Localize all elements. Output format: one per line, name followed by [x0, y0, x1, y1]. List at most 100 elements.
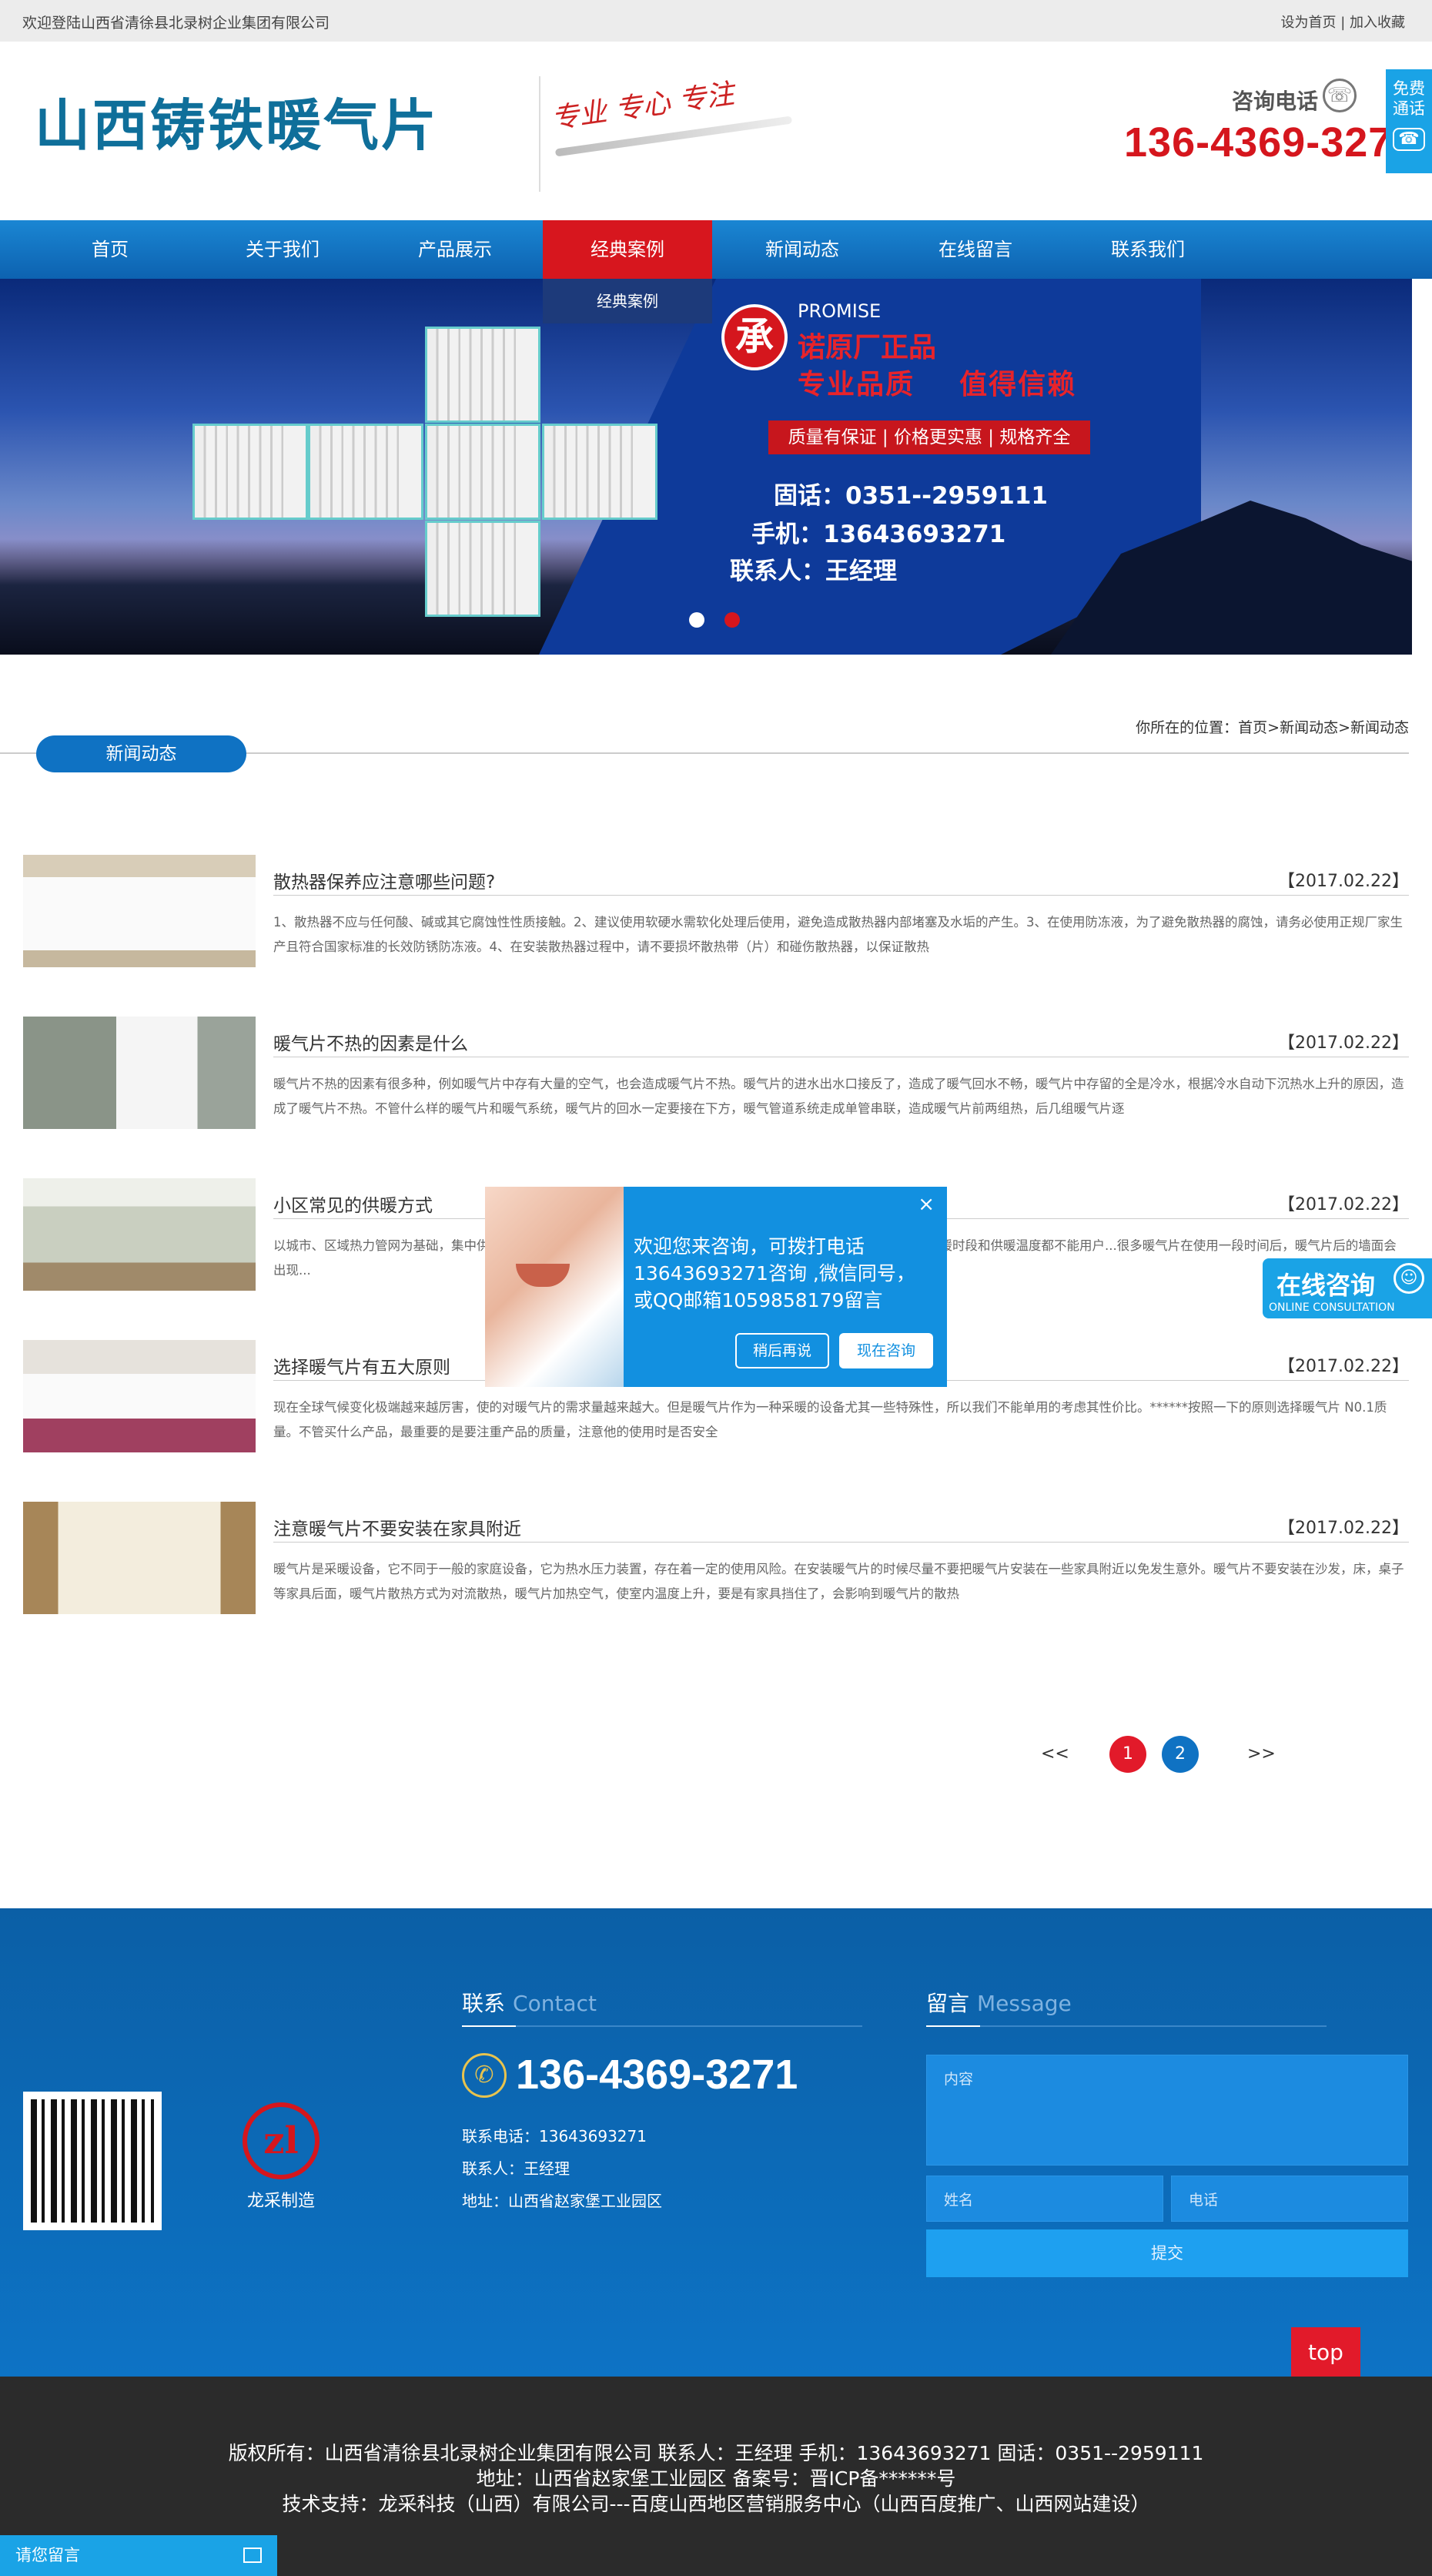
header-divider: [539, 76, 540, 192]
popup-later-button[interactable]: 稍后再说: [735, 1333, 829, 1368]
popup-image-smile: [516, 1264, 570, 1287]
promise-badge: 承: [721, 304, 788, 370]
news-summary: 暖气片是采暖设备，它不同于一般的家庭设备，它为热水压力装置，存在着一定的使用风险…: [273, 1562, 1404, 1601]
consult-label: 咨询电话: [1232, 89, 1319, 114]
close-icon[interactable]: ×: [918, 1193, 935, 1216]
news-summary: 现在全球气候变化极端越来越厉害，使的对暖气片的需求量越来越大。但是暖气片作为一种…: [273, 1400, 1387, 1439]
radiator-image: [425, 327, 540, 423]
banner-contact: 联系人：王经理: [730, 558, 897, 585]
leave-message-bar[interactable]: 请您留言: [0, 2535, 277, 2576]
news-item[interactable]: 散热器保养应注意哪些问题? 【2017.02.22】 1、散热器不应与任何酸、碱…: [23, 855, 1409, 967]
section-tab-news[interactable]: 新闻动态: [36, 735, 246, 772]
brand-label: 龙采制造: [246, 2192, 315, 2211]
message-content-field[interactable]: 内容: [926, 2055, 1408, 2166]
radiator-image: [425, 521, 540, 617]
footer-message-divider: [926, 2025, 1327, 2027]
hero-banner[interactable]: [0, 279, 1412, 655]
radiator-image: [425, 424, 540, 520]
news-thumbnail[interactable]: [23, 1502, 256, 1614]
news-date: 【2017.02.22】: [1278, 872, 1409, 891]
nav-item-about[interactable]: 关于我们: [198, 220, 367, 279]
breadcrumb-path[interactable]: 首页>新闻动态>新闻动态: [1238, 719, 1409, 736]
news-summary: 暖气片不热的因素有很多种，例如暖气片中存有大量的空气，也会造成暖气片不热。暖气片…: [273, 1077, 1404, 1116]
top-bar: 欢迎登陆山西省清徐县北录树企业集团有限公司 设为首页 | 加入收藏: [0, 0, 1432, 42]
popup-consult-now-button[interactable]: 现在咨询: [839, 1333, 933, 1368]
pagination-page[interactable]: 2: [1162, 1736, 1199, 1773]
nav-item-cases[interactable]: 经典案例: [543, 220, 712, 279]
news-thumbnail[interactable]: [23, 1017, 256, 1129]
news-thumbnail[interactable]: [23, 1178, 256, 1291]
news-title[interactable]: 暖气片不热的因素是什么: [273, 1029, 468, 1055]
nav-item-products[interactable]: 产品展示: [370, 220, 540, 279]
promise-line2-text: 专业品质: [798, 369, 915, 400]
footer-message-title-cn: 留言: [926, 1991, 970, 2016]
phone-icon: ✆: [462, 2053, 507, 2098]
news-item[interactable]: 注意暖气片不要安装在家具附近 【2017.02.22】 暖气片是采暖设备，它不同…: [23, 1502, 1409, 1614]
radiator-image: [308, 424, 423, 520]
leave-message-label: 请您留言: [15, 2546, 80, 2564]
online-consult-title: 在线咨询: [1276, 1271, 1376, 1300]
news-title[interactable]: 小区常见的供暖方式: [273, 1191, 433, 1217]
news-title[interactable]: 选择暖气片有五大原则: [273, 1352, 450, 1378]
add-favorite-link[interactable]: 加入收藏: [1350, 15, 1405, 31]
qr-code-pattern: [31, 2099, 154, 2223]
promise-line3-text: 值得信赖: [959, 369, 1077, 400]
footer-phone: 136-4369-3271: [516, 2052, 798, 2098]
top-links-separator: |: [1336, 15, 1350, 31]
pagination-prev[interactable]: <<: [1041, 1736, 1069, 1773]
carousel-dot[interactable]: [689, 612, 704, 628]
brand-logo: zl 龙采制造: [231, 2102, 331, 2211]
copyright-address: 地址：山西省赵家堡工业园区 备案号：晋ICP备******号: [476, 2467, 956, 2490]
site-header: 山西铸铁暖气片 专业 专心 专注 咨询电话 ☏ 136-4369-3271: [0, 42, 1432, 220]
top-links: 设为首页 | 加入收藏: [1280, 12, 1405, 32]
news-date: 【2017.02.22】: [1278, 1195, 1409, 1214]
name-field[interactable]: 姓名: [926, 2176, 1163, 2222]
nav-item-message[interactable]: 在线留言: [891, 220, 1060, 279]
phone-icon: ☏: [1323, 79, 1357, 112]
banner-tel: 固话：0351--2959111: [774, 482, 1049, 510]
chat-icon: ☺: [1394, 1263, 1424, 1294]
nav-item-news[interactable]: 新闻动态: [718, 220, 887, 279]
footer-contact-title: 联系 Contact: [462, 1987, 597, 2018]
footer-message-title-en: Message: [977, 1991, 1072, 2016]
footer-contact-divider-accent: [462, 2025, 516, 2027]
consult-popup: × 欢迎您来咨询，可拨打电话13643693271咨询 ,微信同号，或QQ邮箱1…: [485, 1187, 947, 1387]
news-item[interactable]: 暖气片不热的因素是什么 【2017.02.22】 暖气片不热的因素有很多种，例如…: [23, 1017, 1409, 1129]
radiator-image: [192, 424, 308, 520]
popup-smiling-woman-image: [485, 1187, 624, 1387]
qr-code: [23, 2092, 162, 2230]
quality-tags: 质量有保证 | 价格更实惠 | 规格齐全: [768, 420, 1090, 454]
submit-button[interactable]: 提交: [926, 2229, 1408, 2277]
footer-tel: 联系电话：13643693271: [462, 2127, 647, 2146]
breadcrumb-label: 你所在的位置：: [1136, 719, 1239, 736]
news-title[interactable]: 散热器保养应注意哪些问题?: [273, 867, 495, 893]
news-date: 【2017.02.22】: [1278, 1033, 1409, 1053]
pagination-next[interactable]: >>: [1247, 1736, 1276, 1773]
back-to-top-button[interactable]: top: [1291, 2327, 1360, 2378]
news-thumbnail[interactable]: [23, 1340, 256, 1452]
promise-line2: 专业品质 值得信赖: [798, 362, 1076, 402]
news-thumbnail[interactable]: [23, 855, 256, 967]
copyright-line: 版权所有：山西省清徐县北录树企业集团有限公司 联系人：王经理 手机：136436…: [228, 2442, 1204, 2464]
online-consult-subtitle: ONLINE CONSULTATION: [1269, 1301, 1395, 1314]
free-call-button[interactable]: 免费通话 ☎: [1386, 69, 1432, 173]
radiator-image: [542, 424, 657, 520]
promise-line1: 诺原厂正品: [798, 332, 937, 363]
window-icon[interactable]: [243, 2548, 262, 2563]
carousel-dot-active[interactable]: [724, 612, 740, 628]
set-home-link[interactable]: 设为首页: [1280, 15, 1336, 31]
promise-en: PROMISE: [798, 300, 882, 322]
copyright-support[interactable]: 技术支持：龙采科技（山西）有限公司---百度山西地区营销服务中心（山西百度推广、…: [0, 2489, 1432, 2517]
phone-field[interactable]: 电话: [1171, 2176, 1408, 2222]
nav-item-contact[interactable]: 联系我们: [1063, 220, 1233, 279]
site-logo[interactable]: 山西铸铁暖气片: [35, 80, 439, 161]
nav-item-home[interactable]: 首页: [25, 220, 195, 279]
footer-person: 联系人：王经理: [462, 2159, 570, 2178]
news-title[interactable]: 注意暖气片不要安装在家具附近: [273, 1514, 521, 1540]
pagination-page-current[interactable]: 1: [1109, 1736, 1146, 1773]
news-date: 【2017.02.22】: [1278, 1519, 1409, 1538]
footer-contact-divider: [462, 2025, 862, 2027]
online-consult-button[interactable]: 在线咨询 ONLINE CONSULTATION ☺: [1263, 1258, 1432, 1318]
submenu-item-cases[interactable]: 经典案例: [543, 279, 712, 323]
news-date: 【2017.02.22】: [1278, 1357, 1409, 1376]
